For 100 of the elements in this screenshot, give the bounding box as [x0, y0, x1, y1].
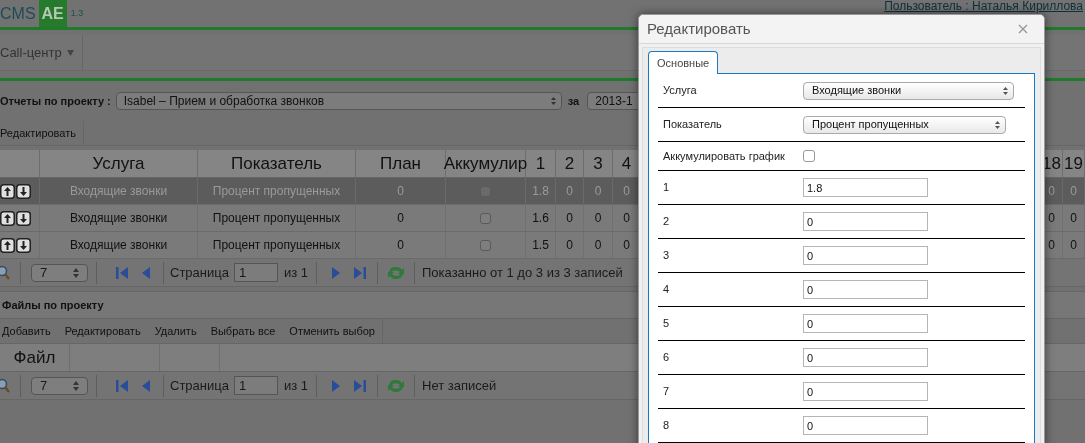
first-page-icon[interactable] — [115, 265, 129, 280]
move-up-icon[interactable] — [0, 183, 15, 199]
field-label: 8 — [662, 418, 671, 434]
checkbox[interactable] — [803, 150, 815, 162]
input-field[interactable]: 0 — [803, 416, 928, 435]
toolbar-button[interactable]: Выбрать все — [210, 319, 276, 343]
table-cell-text: 0 — [566, 183, 573, 200]
page-label: Страница — [170, 263, 229, 282]
column-header[interactable]: План — [380, 150, 421, 177]
refresh-icon[interactable] — [387, 264, 405, 281]
nav-menu[interactable]: Call-центр — [0, 35, 83, 70]
table-cell-text: 0 — [566, 237, 573, 254]
table-cell-text: 0 — [1048, 237, 1055, 254]
table-cell-text: 0 — [397, 183, 404, 200]
previous-page-icon[interactable] — [141, 265, 151, 280]
search-icon[interactable] — [0, 264, 10, 281]
logo-badge[interactable]: AE — [38, 0, 67, 27]
search-icon[interactable] — [0, 377, 10, 394]
table-cell-text: Процент пропущенных — [212, 237, 341, 254]
page-size-select[interactable]: 7 — [31, 263, 88, 282]
table-cell-text: 0 — [623, 183, 630, 200]
toolbar-button[interactable]: Редактировать — [0, 121, 84, 145]
column-header[interactable]: 4 — [621, 150, 632, 177]
pager-status: Нет записей — [422, 376, 497, 395]
input-field[interactable]: 0 — [803, 212, 928, 231]
table-cell-text: 0 — [594, 237, 602, 254]
version-label: 1.3 — [70, 6, 84, 20]
table-cell-text: 0 — [1070, 237, 1077, 254]
table-cell-text: 0 — [566, 210, 573, 227]
toolbar-button[interactable]: Редактировать — [64, 319, 141, 343]
table-cell-text: 0 — [623, 210, 630, 227]
dialog-title: Редактировать — [647, 18, 751, 39]
table-cell-text: 0 — [1070, 210, 1077, 227]
column-header[interactable]: 3 — [593, 150, 603, 177]
dropdown-select[interactable]: Процент пропущенных — [803, 115, 1006, 134]
select-arrows-icon — [1003, 86, 1008, 95]
next-page-icon[interactable] — [331, 265, 341, 280]
column-header[interactable]: 19 — [1064, 150, 1083, 177]
field-label: Аккумулировать график — [662, 148, 786, 164]
section-title: Файлы по проекту — [2, 297, 104, 313]
column-header[interactable]: Показатель — [231, 150, 322, 177]
input-field[interactable]: 0 — [803, 314, 928, 333]
column-header[interactable]: Услуга — [92, 150, 145, 177]
field-label: 7 — [662, 384, 671, 400]
move-up-icon[interactable] — [0, 210, 15, 226]
move-down-icon[interactable] — [15, 237, 31, 253]
move-down-icon[interactable] — [15, 183, 31, 199]
move-down-icon[interactable] — [15, 210, 31, 226]
last-page-icon[interactable] — [353, 378, 367, 393]
dialog-tab[interactable]: Основные — [648, 51, 719, 74]
field-label: 1 — [662, 180, 671, 196]
toolbar-button[interactable]: Добавить — [2, 319, 51, 343]
refresh-icon[interactable] — [387, 377, 405, 394]
page-label: Страница — [170, 376, 229, 395]
toolbar-button[interactable]: Удалить — [154, 319, 197, 343]
period-label: за — [567, 93, 580, 109]
last-page-icon[interactable] — [353, 265, 367, 280]
move-up-icon[interactable] — [0, 237, 15, 253]
table-cell-text: 0 — [1048, 183, 1055, 200]
field-label: 6 — [662, 350, 671, 366]
field-label: 2 — [662, 214, 671, 230]
accumulate-checkbox[interactable] — [480, 239, 491, 251]
input-field[interactable]: 0 — [803, 382, 928, 401]
table-cell-text: Входящие звонки — [69, 183, 168, 200]
select-arrows-icon — [73, 380, 79, 391]
input-field[interactable]: 0 — [803, 348, 928, 367]
next-page-icon[interactable] — [331, 378, 341, 393]
caret-icon — [66, 49, 74, 56]
first-page-icon[interactable] — [115, 378, 129, 393]
page-input[interactable]: 1 — [233, 376, 278, 395]
page-total: из 1 — [283, 263, 308, 282]
column-header[interactable]: Аккумулир — [443, 150, 528, 177]
field-label: 4 — [662, 282, 671, 298]
table-cell-text: 1.5 — [532, 237, 549, 254]
table-cell-text: 1.8 — [532, 183, 549, 200]
column-header[interactable]: 1 — [535, 150, 546, 177]
table-cell-text: 0 — [1070, 183, 1077, 200]
page-size-select[interactable]: 7 — [31, 376, 88, 395]
toolbar-button[interactable]: Отменить выбор — [289, 319, 383, 343]
project-select[interactable]: Isabel – Прием и обработка звонков — [115, 92, 562, 110]
input-field[interactable]: 0 — [803, 280, 928, 299]
table-cell-text: Входящие звонки — [69, 210, 168, 227]
close-icon[interactable] — [1018, 24, 1028, 34]
table-cell-text: 0 — [594, 183, 602, 200]
input-field[interactable]: 1.8 — [803, 178, 928, 197]
page-input[interactable]: 1 — [233, 263, 278, 282]
input-field[interactable]: 0 — [803, 246, 928, 265]
field-label: 5 — [662, 316, 671, 332]
table-cell-text: 0 — [594, 210, 602, 227]
pager-status: Показанно от 1 до 3 из 3 записей — [422, 263, 623, 282]
table-cell-text: 0 — [623, 237, 630, 254]
select-arrows-icon — [995, 120, 1000, 129]
dropdown-select[interactable]: Входящие звонки — [803, 81, 1014, 100]
table-cell-text: 0 — [397, 237, 404, 254]
user-link[interactable]: Пользователь : Наталья Кириллова — [884, 0, 1083, 13]
previous-page-icon[interactable] — [141, 378, 151, 393]
accumulate-checkbox[interactable] — [480, 212, 491, 224]
table-cell-text: Входящие звонки — [69, 237, 168, 254]
column-header[interactable]: Файл — [13, 344, 56, 371]
column-header[interactable]: 2 — [564, 150, 575, 177]
